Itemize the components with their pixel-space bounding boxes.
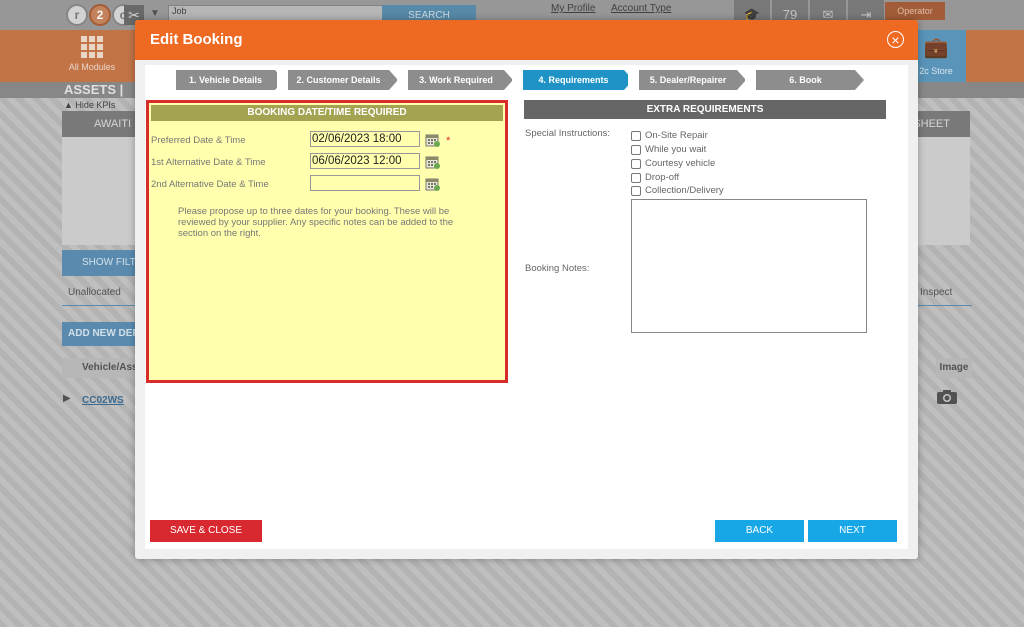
alt2-datetime-label: 2nd Alternative Date & Time bbox=[151, 179, 269, 190]
option-courtesy-vehicle: Courtesy vehicle bbox=[631, 157, 715, 170]
step-vehicle-details[interactable]: 1. Vehicle Details bbox=[176, 70, 284, 90]
courtesy-vehicle-checkbox[interactable] bbox=[631, 158, 641, 169]
on-site-repair-checkbox[interactable] bbox=[631, 130, 641, 141]
booking-notes-label: Booking Notes: bbox=[525, 263, 590, 274]
step-dealer-repairer[interactable]: 5. Dealer/Repairer bbox=[628, 70, 746, 90]
checkbox-label: Drop-off bbox=[645, 172, 680, 183]
step-work-required[interactable]: 3. Work Required bbox=[397, 70, 513, 90]
checkbox-label: Courtesy vehicle bbox=[645, 158, 716, 169]
step-requirements[interactable]: 4. Requirements bbox=[512, 70, 633, 90]
preferred-datetime-label: Preferred Date & Time bbox=[151, 135, 246, 146]
back-button[interactable]: BACK bbox=[715, 520, 804, 542]
next-button[interactable]: NEXT bbox=[808, 520, 897, 542]
close-icon[interactable]: × bbox=[887, 31, 904, 48]
extra-requirements-header: EXTRA REQUIREMENTS bbox=[524, 100, 886, 119]
edit-booking-modal: Edit Booking × 1. Vehicle Details 2. Cus… bbox=[135, 20, 918, 559]
booking-notes-textarea[interactable] bbox=[631, 199, 867, 333]
step-book[interactable]: 6. Book bbox=[745, 70, 864, 90]
required-marker: * bbox=[446, 135, 451, 147]
preferred-datetime-input[interactable] bbox=[310, 131, 420, 147]
checkbox-label: Collection/Delivery bbox=[645, 185, 724, 196]
step-customer-details[interactable]: 2. Customer Details bbox=[277, 70, 398, 90]
booking-datetime-panel: BOOKING DATE/TIME REQUIRED Preferred Dat… bbox=[146, 100, 508, 383]
checkbox-label: On-Site Repair bbox=[645, 130, 708, 141]
alt1-datetime-label: 1st Alternative Date & Time bbox=[151, 157, 266, 168]
booking-datetime-header: BOOKING DATE/TIME REQUIRED bbox=[151, 105, 503, 121]
calendar-icon[interactable] bbox=[425, 154, 441, 170]
alt1-datetime-input[interactable] bbox=[310, 153, 420, 169]
booking-note: Please propose up to three dates for you… bbox=[178, 206, 454, 239]
option-while-you-wait: While you wait bbox=[631, 143, 706, 156]
modal-title: Edit Booking bbox=[150, 31, 243, 48]
alt2-datetime-input[interactable] bbox=[310, 175, 420, 191]
save-close-button[interactable]: SAVE & CLOSE bbox=[150, 520, 262, 542]
checkbox-label: While you wait bbox=[645, 144, 707, 155]
calendar-icon[interactable] bbox=[425, 176, 441, 192]
collection-delivery-checkbox[interactable] bbox=[631, 185, 641, 196]
calendar-icon[interactable] bbox=[425, 132, 441, 148]
special-instructions-label: Special Instructions: bbox=[525, 128, 611, 139]
modal-header: Edit Booking × bbox=[135, 20, 918, 60]
option-on-site-repair: On-Site Repair bbox=[631, 129, 708, 142]
drop-off-checkbox[interactable] bbox=[631, 172, 641, 183]
option-drop-off: Drop-off bbox=[631, 171, 679, 184]
while-you-wait-checkbox[interactable] bbox=[631, 144, 641, 155]
option-collection-delivery: Collection/Delivery bbox=[631, 184, 724, 197]
